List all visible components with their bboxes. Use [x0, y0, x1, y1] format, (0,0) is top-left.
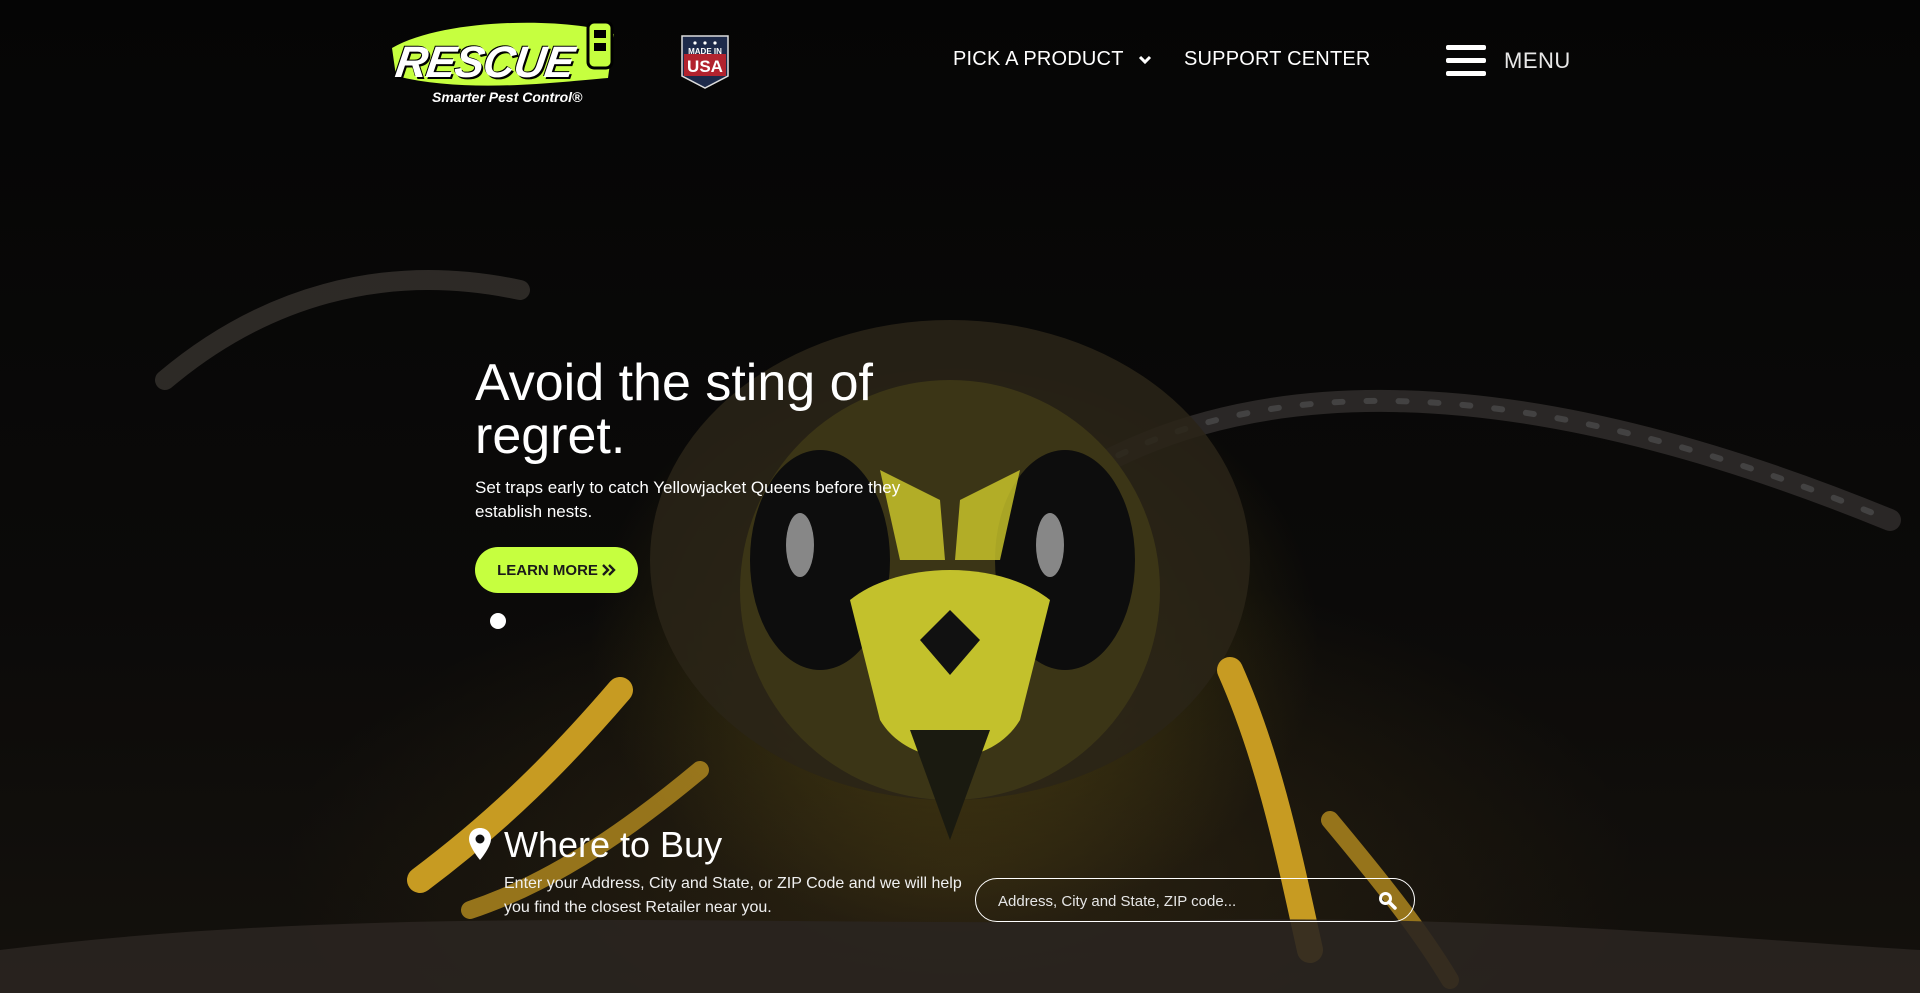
nav-pick-a-product-label: PICK A PRODUCT — [953, 48, 1124, 70]
nav-support-center[interactable]: SUPPORT CENTER — [1184, 48, 1371, 71]
carousel-dot[interactable] — [490, 613, 506, 629]
badge-line2: USA — [687, 57, 723, 76]
nav-pick-a-product[interactable]: PICK A PRODUCT — [953, 48, 1152, 71]
logo-tagline: Smarter Pest Control® — [432, 89, 583, 105]
retailer-search-input[interactable] — [996, 879, 1370, 923]
hero-title: Avoid the sting of regret. — [475, 354, 873, 465]
hero-subtitle: Set traps early to catch Yellowjacket Qu… — [475, 478, 901, 521]
rescue-logo[interactable]: RESCUE Smarter Pest Control® — [388, 18, 620, 110]
hero-background — [0, 0, 1920, 993]
where-to-buy-title: Where to Buy — [504, 824, 723, 865]
where-to-buy-description: Enter your Address, City and State, or Z… — [504, 875, 962, 916]
wasp-image — [0, 270, 1920, 993]
chevron-down-icon — [1138, 55, 1151, 64]
retailer-search — [975, 878, 1415, 923]
logo-wordmark: RESCUE — [392, 38, 577, 87]
badge-line1: MADE IN — [688, 47, 722, 56]
made-in-usa-badge: MADE IN USA — [680, 34, 730, 90]
hamburger-icon — [1446, 45, 1486, 76]
menu-label: MENU — [1504, 48, 1571, 73]
double-chevron-right-icon — [602, 564, 616, 576]
learn-more-button[interactable]: LEARN MORE — [475, 547, 638, 593]
menu-button[interactable]: MENU — [1446, 44, 1571, 78]
search-icon[interactable] — [1378, 891, 1398, 911]
learn-more-label: LEARN MORE — [497, 561, 598, 579]
location-pin-icon — [469, 828, 491, 860]
